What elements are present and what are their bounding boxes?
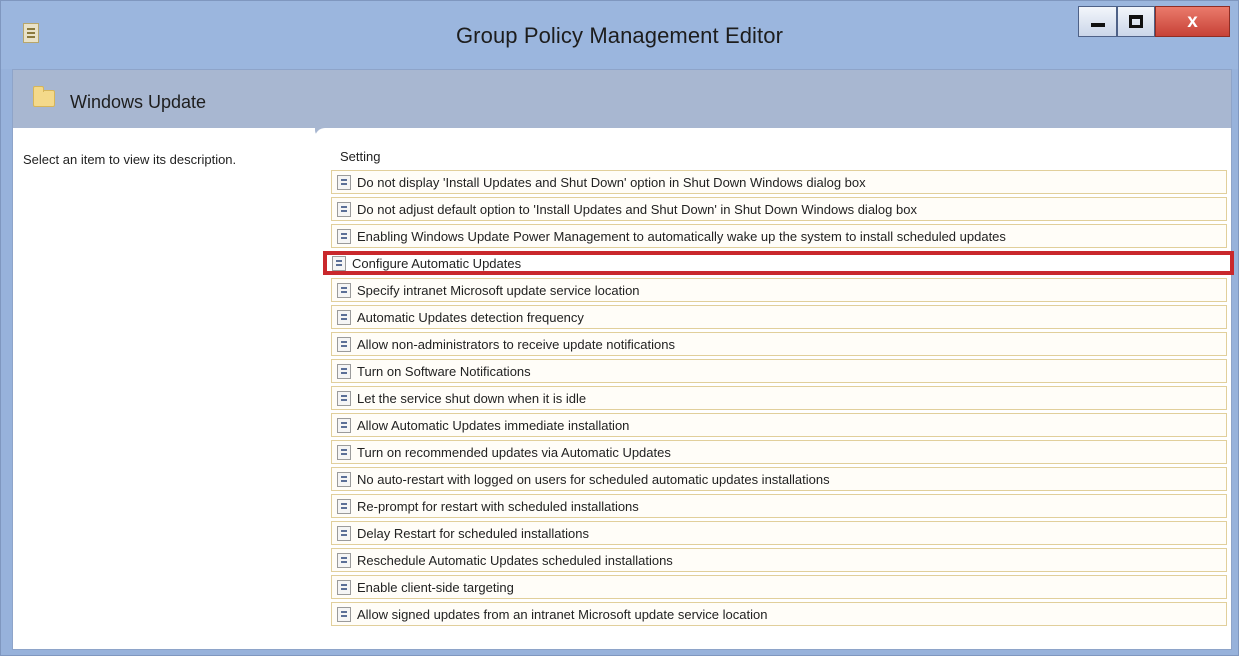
policy-setting-icon (332, 255, 346, 271)
maximize-button[interactable] (1117, 6, 1155, 37)
setting-row[interactable]: Do not display 'Install Updates and Shut… (331, 170, 1227, 194)
setting-label: Configure Automatic Updates (352, 255, 522, 271)
setting-row[interactable]: Enable client-side targeting (331, 575, 1227, 599)
setting-row[interactable]: Reschedule Automatic Updates scheduled i… (331, 548, 1227, 572)
policy-setting-icon (337, 552, 351, 568)
close-button[interactable]: x (1155, 6, 1230, 37)
setting-row[interactable]: Re-prompt for restart with scheduled ins… (331, 494, 1227, 518)
policy-setting-icon (337, 228, 351, 244)
policy-setting-icon (337, 525, 351, 541)
setting-label: Do not adjust default option to 'Install… (357, 201, 917, 217)
policy-setting-icon (337, 363, 351, 379)
policy-setting-icon (337, 444, 351, 460)
setting-row[interactable]: Specify intranet Microsoft update servic… (331, 278, 1227, 302)
editor-client-area: Windows Update Select an item to view it… (12, 69, 1234, 650)
minimize-button[interactable] (1078, 6, 1117, 37)
minimize-icon (1090, 22, 1105, 27)
setting-label: Turn on recommended updates via Automati… (357, 444, 671, 460)
setting-row[interactable]: Let the service shut down when it is idl… (331, 386, 1227, 410)
setting-row[interactable]: Do not adjust default option to 'Install… (331, 197, 1227, 221)
policy-setting-icon (337, 579, 351, 595)
policy-setting-icon (337, 174, 351, 190)
setting-label: Allow non-administrators to receive upda… (357, 336, 675, 352)
policy-setting-icon (337, 606, 351, 622)
setting-row[interactable]: Allow signed updates from an intranet Mi… (331, 602, 1227, 626)
setting-column-header[interactable]: Setting (340, 149, 380, 164)
setting-label: No auto-restart with logged on users for… (357, 471, 830, 487)
setting-label: Turn on Software Notifications (357, 363, 531, 379)
setting-row[interactable]: Allow Automatic Updates immediate instal… (331, 413, 1227, 437)
settings-pane[interactable]: Setting Do not display 'Install Updates … (315, 128, 1234, 649)
policy-setting-icon (337, 282, 351, 298)
policy-setting-icon (337, 471, 351, 487)
policy-setting-icon (337, 336, 351, 352)
group-policy-window: Group Policy Management Editor x Windows… (0, 0, 1239, 656)
setting-row[interactable]: Enabling Windows Update Power Management… (331, 224, 1227, 248)
policy-setting-icon (337, 309, 351, 325)
policy-setting-icon (337, 390, 351, 406)
setting-label: Let the service shut down when it is idl… (357, 390, 587, 406)
setting-row[interactable]: Turn on Software Notifications (331, 359, 1227, 383)
maximize-icon (1129, 15, 1143, 28)
setting-row[interactable]: Delay Restart for scheduled installation… (331, 521, 1227, 545)
setting-label: Allow Automatic Updates immediate instal… (357, 417, 630, 433)
setting-row[interactable]: Turn on recommended updates via Automati… (331, 440, 1227, 464)
setting-label: Delay Restart for scheduled installation… (357, 525, 589, 541)
setting-label: Enable client-side targeting (357, 579, 514, 595)
policy-setting-icon (337, 417, 351, 433)
setting-label: Re-prompt for restart with scheduled ins… (357, 498, 639, 514)
setting-label: Enabling Windows Update Power Management… (357, 228, 1006, 244)
settings-list: Do not display 'Install Updates and Shut… (323, 170, 1234, 629)
close-icon: x (1187, 11, 1198, 32)
setting-row[interactable]: Automatic Updates detection frequency (331, 305, 1227, 329)
setting-label: Automatic Updates detection frequency (357, 309, 584, 325)
description-text: Select an item to view its description. (23, 152, 237, 167)
description-pane: Select an item to view its description. (13, 128, 315, 649)
setting-row[interactable]: No auto-restart with logged on users for… (331, 467, 1227, 491)
highlighted-setting-row[interactable]: Configure Automatic Updates (323, 251, 1234, 275)
setting-label: Specify intranet Microsoft update servic… (357, 282, 640, 298)
setting-label: Allow signed updates from an intranet Mi… (357, 606, 768, 622)
folder-icon (33, 86, 55, 107)
window-title: Group Policy Management Editor (455, 23, 784, 48)
title-bar[interactable]: Group Policy Management Editor x (1, 1, 1238, 69)
policy-setting-icon (337, 201, 351, 217)
node-title: Windows Update (70, 92, 207, 112)
setting-label: Do not display 'Install Updates and Shut… (357, 174, 866, 190)
node-header: Windows Update (13, 70, 1231, 128)
setting-row[interactable]: Allow non-administrators to receive upda… (331, 332, 1227, 356)
policy-setting-icon (337, 498, 351, 514)
setting-label: Reschedule Automatic Updates scheduled i… (357, 552, 673, 568)
